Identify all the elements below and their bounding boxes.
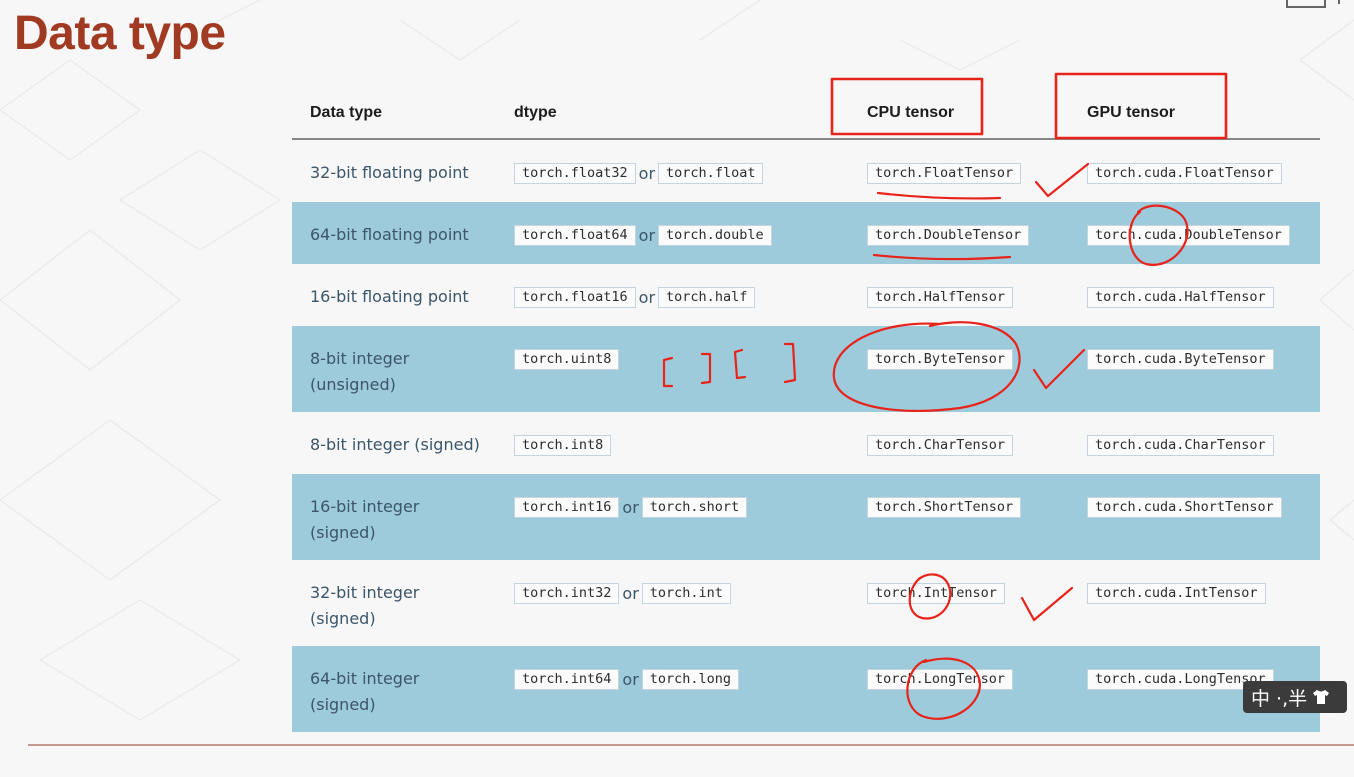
gpu-tensor-code: torch.cuda.ByteTensor	[1087, 349, 1274, 370]
dtype-table: Data type dtype CPU tensor GPU tensor 32…	[292, 88, 1320, 732]
cell-dtype: torch.int16 or torch.short	[496, 474, 849, 560]
cell-dtype: torch.int8	[496, 412, 849, 474]
or-label: or	[622, 497, 639, 517]
dtype-code: torch.int64	[514, 669, 620, 690]
cpu-tensor-code: torch.LongTensor	[867, 669, 1014, 690]
cell-cpu: torch.LongTensor	[849, 646, 1069, 732]
cell-cpu: torch.DoubleTensor	[849, 202, 1069, 264]
cell-cpu: torch.ShortTensor	[849, 474, 1069, 560]
gpu-tensor-code: torch.cuda.IntTensor	[1087, 583, 1266, 604]
or-label: or	[638, 287, 656, 307]
dtype-alias-code: torch.int	[641, 583, 731, 604]
table-row: 32-bit integer (signed) torch.int32 or tor…	[292, 560, 1320, 646]
slide-title: Data type	[14, 7, 226, 60]
table-row: 8-bit integer (signed) torch.int8 torch.…	[292, 412, 1320, 474]
dtype-code: torch.uint8	[514, 349, 620, 370]
table-row: 64-bit floating point torch.float64 or tor…	[292, 202, 1320, 264]
dtype-code: torch.float32	[514, 163, 636, 184]
gpu-tensor-code: torch.cuda.HalfTensor	[1087, 287, 1274, 308]
dtype-code: torch.float16	[514, 287, 636, 308]
or-label: or	[622, 669, 639, 689]
cell-data-type: 16-bit integer (signed)	[292, 474, 496, 560]
cell-gpu: torch.cuda.DoubleTensor	[1069, 202, 1320, 264]
skin-icon	[1313, 690, 1330, 704]
header-cpu-tensor: CPU tensor	[849, 88, 1069, 140]
dtype-code: torch.int32	[514, 583, 620, 604]
cpu-tensor-code: torch.CharTensor	[867, 435, 1014, 456]
cell-cpu: torch.FloatTensor	[849, 139, 1069, 202]
cpu-tensor-code: torch.FloatTensor	[867, 163, 1022, 184]
cell-data-type: 32-bit integer (signed)	[310, 583, 420, 628]
or-label: or	[638, 163, 656, 183]
cell-dtype: torch.float32 or torch.float	[496, 139, 849, 202]
dtype-alias-code: torch.long	[641, 669, 740, 690]
ime-toolbar[interactable]: 中 ·,半	[1243, 681, 1347, 713]
dtype-alias-code: torch.short	[641, 497, 748, 518]
bottom-divider	[28, 744, 1354, 746]
cell-data-type: 64-bit integer (signed)	[292, 646, 496, 732]
dtype-alias-code: torch.float	[658, 163, 764, 184]
cell-gpu: torch.cuda.IntTensor	[1069, 560, 1320, 646]
cell-data-type: 8-bit integer (unsigned)	[292, 326, 496, 412]
or-label: or	[638, 225, 656, 245]
cpu-tensor-code: torch.HalfTensor	[867, 287, 1014, 308]
gpu-tensor-code: torch.cuda.DoubleTensor	[1087, 225, 1290, 246]
cpu-tensor-code: torch.DoubleTensor	[867, 225, 1030, 246]
cell-gpu: torch.cuda.FloatTensor	[1069, 139, 1320, 202]
cell-cpu: torch.HalfTensor	[849, 264, 1069, 326]
cell-cpu: torch.ByteTensor	[849, 326, 1069, 412]
gpu-tensor-code: torch.cuda.FloatTensor	[1087, 163, 1282, 184]
or-label: or	[622, 583, 639, 603]
gpu-tensor-code: torch.cuda.ShortTensor	[1087, 497, 1282, 518]
dtype-code: torch.int8	[514, 435, 612, 456]
cell-dtype: torch.int32 or torch.int	[496, 560, 849, 646]
cell-dtype: torch.int64 or torch.long	[496, 646, 849, 732]
cell-data-type: 8-bit integer (signed)	[310, 435, 480, 454]
header-gpu-tensor: GPU tensor	[1069, 88, 1320, 140]
cell-data-type: 64-bit floating point	[292, 202, 496, 264]
cell-gpu: torch.cuda.HalfTensor	[1069, 264, 1320, 326]
corner-mark	[1286, 0, 1326, 8]
cell-gpu: torch.cuda.ShortTensor	[1069, 474, 1320, 560]
cell-dtype: torch.float16 or torch.half	[496, 264, 849, 326]
dtype-table-container: Data type dtype CPU tensor GPU tensor 32…	[292, 88, 1320, 732]
corner-mark-tick	[1338, 0, 1340, 4]
cell-data-type: 16-bit floating point	[310, 287, 469, 306]
cell-dtype: torch.float64 or torch.double	[496, 202, 849, 264]
cell-cpu: torch.CharTensor	[849, 412, 1069, 474]
dtype-alias-code: torch.half	[658, 287, 756, 308]
table-row: 16-bit integer (signed) torch.int16 or tor…	[292, 474, 1320, 560]
cpu-tensor-code: torch.IntTensor	[867, 583, 1005, 604]
table-row: 32-bit floating point torch.float32 or tor…	[292, 139, 1320, 202]
gpu-tensor-code: torch.cuda.CharTensor	[1087, 435, 1274, 456]
table-row: 8-bit integer (unsigned) torch.uint8 tor…	[292, 326, 1320, 412]
cell-dtype: torch.uint8	[496, 326, 849, 412]
dtype-alias-code: torch.double	[658, 225, 772, 246]
table-row: 16-bit floating point torch.float16 or tor…	[292, 264, 1320, 326]
cell-gpu: torch.cuda.CharTensor	[1069, 412, 1320, 474]
header-data-type: Data type	[292, 88, 496, 140]
cell-data-type: 32-bit floating point	[310, 163, 469, 182]
header-dtype: dtype	[496, 88, 849, 140]
cell-gpu: torch.cuda.ByteTensor	[1069, 326, 1320, 412]
ime-mode-label: 中 ·,半	[1251, 687, 1308, 710]
table-row: 64-bit integer (signed) torch.int64 or tor…	[292, 646, 1320, 732]
dtype-code: torch.float64	[514, 225, 636, 246]
cpu-tensor-code: torch.ByteTensor	[867, 349, 1014, 370]
cell-cpu: torch.IntTensor	[849, 560, 1069, 646]
cpu-tensor-code: torch.ShortTensor	[867, 497, 1022, 518]
dtype-code: torch.int16	[514, 497, 620, 518]
table-header-row: Data type dtype CPU tensor GPU tensor	[292, 88, 1320, 140]
